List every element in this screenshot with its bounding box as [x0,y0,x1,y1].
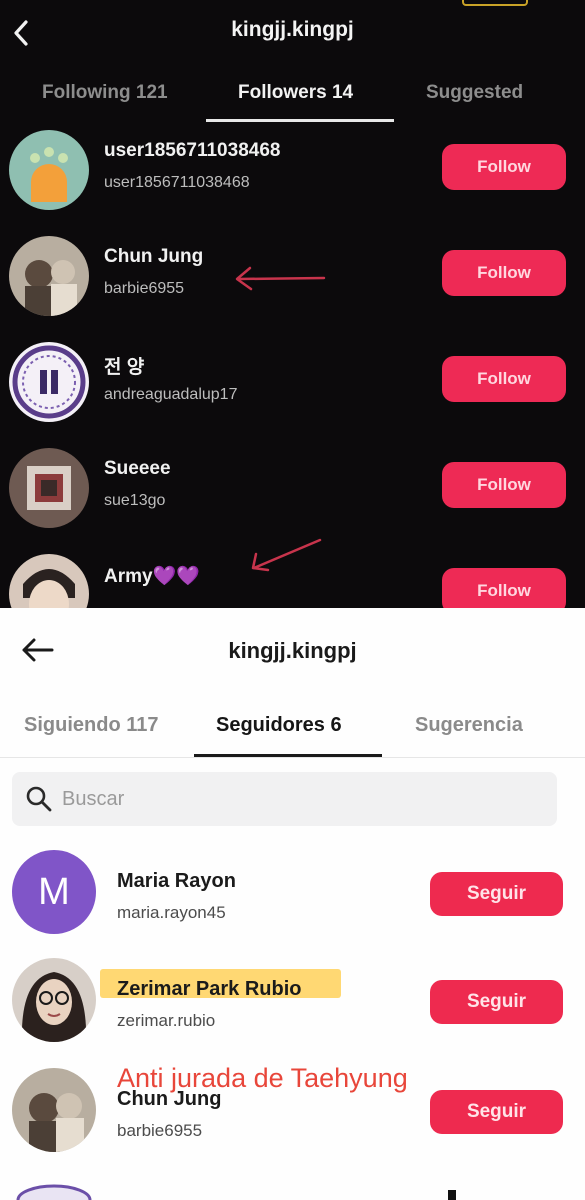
top-edge-badge [462,0,528,6]
tab-suggested[interactable]: Suggested [426,82,523,104]
follow-button[interactable]: Seguir [430,980,563,1024]
avatar[interactable] [12,958,96,1042]
tab-siguiendo[interactable]: Siguiendo 117 [24,714,158,737]
list-item[interactable]: user1856711038468 user1856711038468 Foll… [0,130,585,230]
annotation-arrow-icon [235,266,326,291]
follow-button[interactable]: Follow [442,462,566,508]
follow-button[interactable]: Follow [442,250,566,296]
user-handle: sue13go [104,492,166,509]
list-item[interactable]: Zerimar Park Rubio zerimar.rubio Seguir [0,958,585,1068]
avatar[interactable] [12,1068,96,1152]
user-handle: barbie6955 [104,280,185,297]
tab-followers[interactable]: Followers 14 [238,82,353,104]
annotation-arrow-icon [251,538,322,572]
list-item[interactable]: Sueeee sue13go Follow [0,448,585,548]
avatar[interactable] [9,448,89,528]
user-handle: zerimar.rubio [117,1011,216,1030]
search-icon [24,784,54,814]
avatar[interactable] [9,554,89,608]
dark-screenshot-panel: kingjj.kingpj Following 121 Followers 14… [0,0,585,608]
dark-tab-bar: Following 121 Followers 14 Suggested [0,76,585,122]
annotation-text: Anti jurada de Taehyung [117,1063,408,1093]
follow-button[interactable]: Seguir [430,872,563,916]
user-handle: maria.rayon45 [117,903,226,922]
follow-button[interactable]: Follow [442,144,566,190]
avatar[interactable] [9,130,89,210]
active-tab-underline [206,119,394,122]
tab-following[interactable]: Following 121 [42,82,168,104]
user-handle: barbie6955 [117,1121,203,1140]
user-name: Maria Rayon [117,870,236,892]
list-item-partial [0,1176,585,1200]
avatar[interactable] [9,236,89,316]
follow-button[interactable]: Seguir [430,1090,563,1134]
tab-divider [0,757,585,758]
user-handle: andreaguadalup17 [104,386,238,403]
avatar[interactable] [9,342,89,422]
light-screenshot-panel: kingjj.kingpj Siguiendo 117 Seguidores 6… [0,608,585,1200]
profile-username-title: kingjj.kingpj [231,18,354,41]
user-handle: user1856711038468 [104,174,250,191]
list-item[interactable]: 전 양 andreaguadalup17 Follow [0,342,585,442]
avatar[interactable]: M [12,850,96,934]
tab-sugerencia[interactable]: Sugerencia [415,714,523,737]
user-name: Sueeee [104,458,171,479]
tab-seguidores[interactable]: Seguidores 6 [216,714,342,737]
user-name: Zerimar Park Rubio [117,978,302,1000]
user-name: Chun Jung [104,246,204,267]
user-name: user1856711038468 [104,140,281,161]
follow-button[interactable]: Follow [442,356,566,402]
profile-username-title: kingjj.kingpj [228,638,357,663]
user-name: Army💜💜 [104,566,200,587]
avatar-letter: M [38,871,70,913]
user-name: 전 양 [104,357,145,378]
search-input[interactable]: Buscar [62,788,124,811]
search-bar[interactable]: Buscar [12,772,557,826]
list-item[interactable]: M Maria Rayon maria.rayon45 Seguir [0,850,585,960]
follow-button[interactable]: Follow [442,568,566,608]
